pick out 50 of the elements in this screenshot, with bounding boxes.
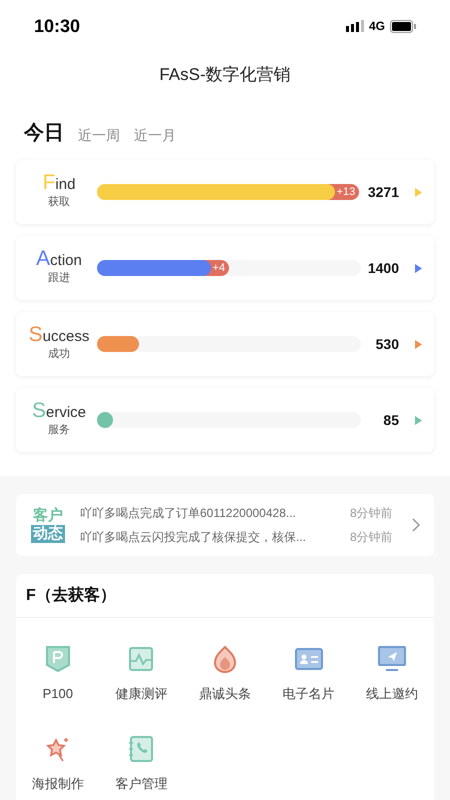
funnel-card[interactable]: Service 服务 85 xyxy=(16,388,434,452)
funnel-card[interactable]: Find 获取 +13 3271 xyxy=(16,160,434,224)
stage-subtitle: 获取 xyxy=(48,194,70,210)
stage-name: Success xyxy=(28,326,90,346)
stage-count: 85 xyxy=(382,410,399,430)
chevron-right-icon[interactable] xyxy=(412,518,420,532)
section-title: F（去获客） xyxy=(26,585,116,606)
flame-icon xyxy=(212,645,237,673)
stage-subtitle: 成功 xyxy=(48,346,70,362)
stage-count: 530 xyxy=(374,334,399,354)
monitor-icon xyxy=(378,646,406,672)
news-badge-top: 客户 xyxy=(33,507,63,525)
battery-icon xyxy=(390,20,416,32)
tool-item[interactable]: 健康测评 xyxy=(100,644,184,704)
news-text: 吖吖多喝点完成了订单6011220000428... xyxy=(80,505,297,522)
stage-count: 3271 xyxy=(366,182,399,202)
play-arrow-icon[interactable] xyxy=(415,264,422,272)
tool-item[interactable]: 海报制作 xyxy=(16,734,100,793)
p-shield-icon xyxy=(44,645,71,673)
play-arrow-icon[interactable] xyxy=(415,340,422,348)
funnel-card[interactable]: Success 成功 530 xyxy=(16,312,434,376)
news-text: 吖吖多喝点云闪投完成了核保提交，核保... xyxy=(80,529,308,546)
play-arrow-icon[interactable] xyxy=(415,416,422,424)
stage-name: Find xyxy=(42,174,76,194)
news-card[interactable]: 客户 动态 吖吖多喝点完成了订单6011220000428... 8分钟前 吖吖多喝点云闪投完成了核保提交，核保... 8分钟前 xyxy=(16,494,434,556)
tool-item[interactable]: P100 xyxy=(16,644,100,704)
tool-item[interactable]: 线上邀约 xyxy=(350,644,434,704)
news-time: 8分钟前 xyxy=(350,529,393,546)
stage-subtitle: 服务 xyxy=(48,422,70,438)
phone-book-icon xyxy=(128,734,154,762)
stage-count: 1400 xyxy=(366,258,399,278)
page-title: FAsS-数字化营销 xyxy=(159,64,291,86)
period-tab[interactable]: 近一月 xyxy=(134,125,176,148)
funnel-card[interactable]: Action 跟进 +4 1400 xyxy=(16,236,434,300)
pulse-chart-icon xyxy=(128,646,154,672)
period-tab[interactable]: 今日 xyxy=(24,118,64,148)
network-label: 4G xyxy=(368,18,385,35)
tool-item[interactable]: 鼎诚头条 xyxy=(183,644,267,704)
signal-icon xyxy=(346,20,364,32)
stage-name: Service xyxy=(32,402,86,422)
play-arrow-icon[interactable] xyxy=(415,188,422,196)
status-time: 10:30 xyxy=(34,14,80,38)
tool-item[interactable]: 电子名片 xyxy=(266,644,350,704)
period-tab[interactable]: 近一周 xyxy=(78,125,120,148)
id-card-icon xyxy=(294,647,323,671)
tool-item[interactable]: 客户管理 xyxy=(100,734,184,793)
news-time: 8分钟前 xyxy=(350,505,393,522)
stage-subtitle: 跟进 xyxy=(48,270,70,286)
stage-name: Action xyxy=(36,250,82,270)
news-badge-bottom: 动态 xyxy=(31,525,65,543)
